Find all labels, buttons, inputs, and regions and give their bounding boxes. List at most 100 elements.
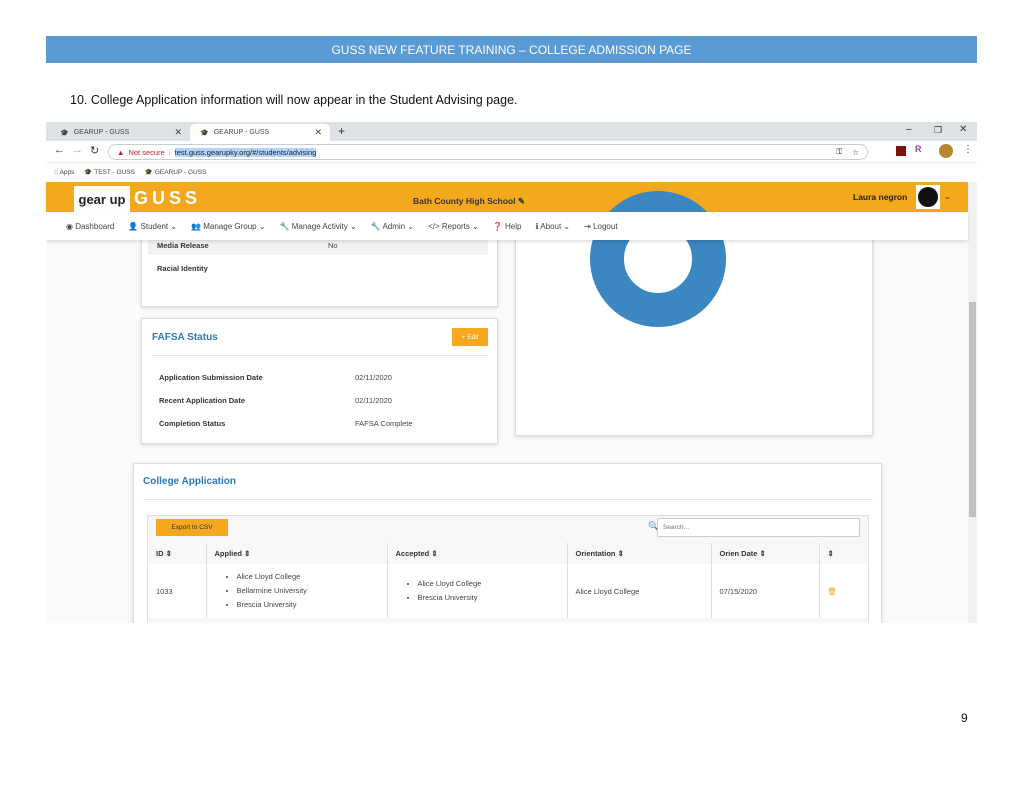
field-label: Completion Status [159,419,226,428]
back-icon[interactable]: ← [54,144,65,156]
tab-label: GEARUP - GUSS [73,129,130,136]
export-csv-button[interactable]: Export to CSV [156,519,228,536]
school-selector[interactable]: Bath County High School ✎ [413,196,525,207]
nav-logout[interactable]: ⇥ Logout [584,222,617,231]
bookmark-test-guss[interactable]: 🎓 TEST - GUSS [84,168,135,176]
window-close-icon[interactable]: ✕ [959,124,967,135]
edit-label: Edit [467,333,479,341]
edit-button[interactable]: + Edit [452,328,488,346]
trash-icon[interactable]: 🗑 [819,564,868,618]
cell-orientation: Alice Lloyd College [567,564,712,618]
college-application-card: College Application Export to CSV 🔍 ID ⇕… [133,463,882,623]
nav-student[interactable]: 👤 Student ⌄ [128,222,177,231]
scrollbar-thumb[interactable] [969,302,976,517]
user-avatar[interactable] [916,185,940,209]
list-item: Bellarmine University [237,584,379,598]
nav-manage-activity[interactable]: 🔧 Manage Activity ⌄ [280,222,357,231]
forward-icon[interactable]: → [72,144,83,156]
column-label: Applied [214,549,243,558]
list-item: Brescia University [418,591,559,605]
bookmark-gearup-guss[interactable]: 🎓 GEARUP - GUSS [145,168,206,176]
minimize-icon[interactable]: – [906,124,912,135]
field-label: Media Release [157,241,209,250]
cell-id: 1033 [148,564,207,618]
restore-icon[interactable]: ❐ [934,125,942,136]
column-orientation[interactable]: Orientation ⇕ [567,543,712,564]
search-input[interactable] [657,518,860,537]
nav-admin[interactable]: 🔧 Admin ⌄ [371,222,414,231]
nav-help[interactable]: ❓ Help [493,222,522,231]
cell-accepted: Alice Lloyd CollegeBrescia University [387,564,568,618]
url-input[interactable]: ▲ Not secure | test.guss.gearupky.org/#/… [108,144,868,160]
chevron-down-icon[interactable]: ⌄ [944,192,951,201]
tab-label: GEARUP - GUSS [213,129,270,136]
profile-avatar[interactable] [939,144,953,158]
apps-grid-icon: ⁝⁝ [54,169,59,176]
field-value: 02/11/2020 [355,396,392,405]
browser-tab[interactable]: 🎓 GEARUP - GUSS ✕ [50,124,190,141]
nav-reports[interactable]: </> Reports ⌄ [428,222,479,231]
page-number: 9 [961,711,968,725]
bookmark-apps[interactable]: ⁝⁝ Apps [54,168,74,176]
gearup-logo[interactable]: gear up [74,186,130,212]
star-icon[interactable]: ☆ [852,148,859,157]
nav-label: Manage Activity [291,221,348,231]
nav-label: About [540,221,562,231]
url-text: test.guss.gearupky.org/#/students/advisi… [174,147,317,157]
nav-label: Help [505,221,522,231]
app-header: gear up GUSS Bath County High School ✎ L… [46,182,968,212]
bookmark-label: Apps [59,169,75,176]
close-icon[interactable]: ✕ [174,127,182,138]
nav-label: Dashboard [75,221,115,231]
scrollbar[interactable] [968,182,977,623]
tab-bar: 🎓 GEARUP - GUSS ✕ 🎓 GEARUP - GUSS ✕ + – ❐ ✕ [46,122,977,141]
table-row: 1033 Alice Lloyd CollegeBellarmine Unive… [148,564,868,618]
list-item: Alice Lloyd College [418,577,559,591]
new-tab-icon[interactable]: + [338,124,345,138]
nav-label: Student [140,221,169,231]
edit-icon[interactable]: ✎ [518,196,525,206]
r-extension-icon[interactable]: R [915,144,922,154]
not-secure-label: Not secure [128,147,165,157]
reload-icon[interactable]: ↻ [90,144,99,157]
column-orien-date[interactable]: Orien Date ⇕ [711,543,820,564]
field-value: FAFSA Complete [355,419,413,428]
user-name[interactable]: Laura negron [853,192,907,202]
school-name: Bath County High School [413,196,516,206]
bookmark-label: TEST - GUSS [94,169,135,176]
document-header-banner: GUSS NEW FEATURE TRAINING – COLLEGE ADMI… [46,36,977,63]
field-value: 02/11/2020 [355,373,392,382]
nav-label: Logout [593,221,618,231]
brand-name: GUSS [134,188,202,208]
content-area: Media Release No Racial Identity FAFSA S… [46,191,968,623]
column-accepted[interactable]: Accepted ⇕ [387,543,568,564]
column-actions[interactable]: ⇕ [819,543,868,564]
fafsa-card: FAFSA Status + Edit Application Submissi… [141,318,498,444]
close-icon[interactable]: ✕ [314,127,322,138]
bookmarks-bar: ⁝⁝ Apps 🎓 TEST - GUSS 🎓 GEARUP - GUSS [46,163,977,181]
browser-tab-active[interactable]: 🎓 GEARUP - GUSS ✕ [190,124,330,141]
column-label: Orien Date [719,549,758,558]
nav-dashboard[interactable]: ◉ Dashboard [66,222,114,231]
instruction-text: 10. College Application information will… [70,93,518,107]
pdf-extension-icon[interactable] [896,146,906,156]
card-title: College Application [143,476,236,487]
menu-icon[interactable]: ⋮ [963,144,973,155]
graduation-cap-icon: 🎓 [60,129,69,137]
cell-orien-date: 07/15/2020 [711,564,820,618]
cell-applied: Alice Lloyd CollegeBellarmine University… [206,564,388,618]
column-id[interactable]: ID ⇕ [148,543,207,564]
key-icon[interactable]: ⚿ [837,147,843,157]
field-label: Application Submission Date [159,373,263,382]
address-bar-row: ← → ↻ ▲ Not secure | test.guss.gearupky.… [46,141,977,163]
nav-label: Admin [382,221,406,231]
nav-about[interactable]: ℹ About ⌄ [535,222,570,231]
bookmark-label: GEARUP - GUSS [154,169,207,176]
donut-chart [590,191,726,327]
column-applied[interactable]: Applied ⇕ [206,543,388,564]
college-table: ID ⇕ Applied ⇕ Accepted ⇕ Orientation ⇕ … [148,543,868,618]
nav-manage-group[interactable]: 👥 Manage Group ⌄ [191,222,266,231]
list-item: Alice Lloyd College [237,570,379,584]
column-label: ID [156,549,164,558]
list-item: Brescia University [237,598,379,612]
